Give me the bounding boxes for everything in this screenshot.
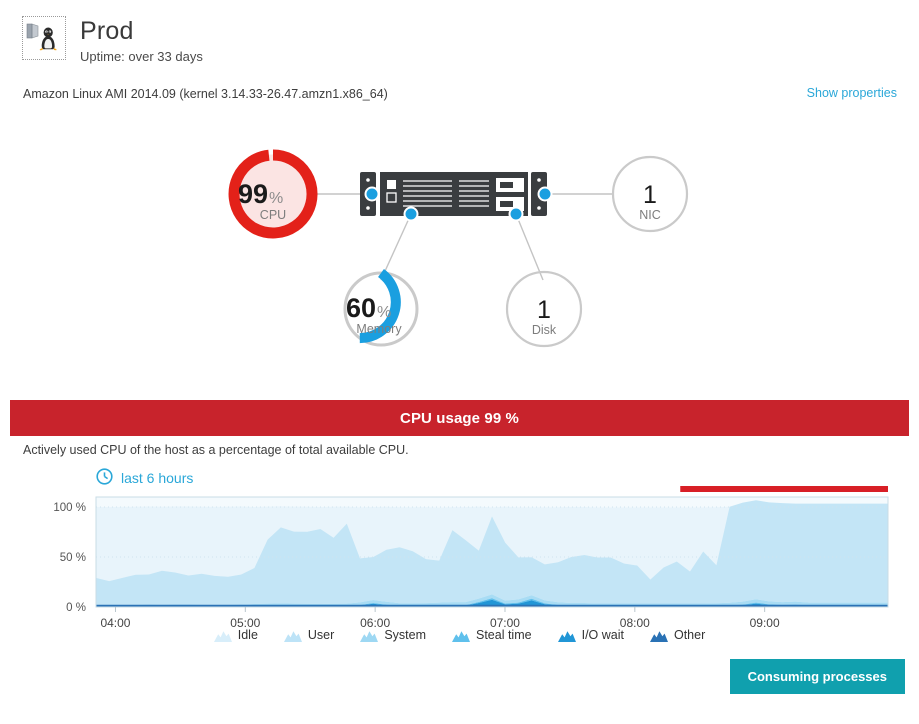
legend-item-i-o-wait[interactable]: I/O wait — [557, 628, 624, 642]
cpu-gauge-value: 99 — [238, 179, 268, 209]
uptime-text: Uptime: over 33 days — [80, 49, 203, 64]
mountain-icon — [452, 630, 470, 642]
disk-label: Disk — [532, 323, 557, 337]
host-header: Prod Uptime: over 33 days — [22, 16, 203, 64]
legend-item-steal-time[interactable]: Steal time — [452, 628, 532, 642]
legend-label: Other — [673, 628, 706, 642]
mountain-icon — [649, 630, 668, 642]
cpu-gauge[interactable]: 99 % CPU — [228, 149, 318, 239]
mountain-icon — [557, 630, 576, 642]
memory-gauge-value: 60 — [346, 293, 376, 323]
metric-description: Actively used CPU of the host as a perce… — [23, 443, 409, 457]
chart-ytick-label: 50 % — [60, 552, 86, 564]
mountain-icon — [283, 630, 302, 642]
mountain-icon — [213, 630, 232, 642]
metric-banner: CPU usage 99 % — [10, 400, 909, 436]
legend-item-user[interactable]: User — [283, 628, 335, 642]
legend-label: Idle — [237, 628, 258, 642]
chart-alert-band — [680, 486, 888, 492]
nic-count: 1 — [643, 181, 657, 209]
mountain-icon — [360, 630, 379, 642]
chart-x-axis: 04:00 05:00 06:00 07:00 08:00 09:00 — [100, 607, 780, 630]
legend-label: System — [384, 628, 426, 642]
legend-item-idle[interactable]: Idle — [213, 628, 258, 642]
cpu-usage-chart: 0 % 50 % 100 % 04:00 05:00 06:00 07:00 08:00 09:… — [20, 485, 900, 645]
chart-ytick-label: 100 % — [53, 502, 86, 514]
chart-legend: Idle User System Steal time I/O wait Other — [0, 628, 919, 642]
host-topology-diagram: 99 % CPU 60 % Memory 1 NIC 1 Disk — [0, 130, 919, 375]
os-version-text: Amazon Linux AMI 2014.09 (kernel 3.14.33… — [23, 87, 388, 101]
show-properties-link[interactable]: Show properties — [807, 86, 897, 100]
chart-series-areas — [96, 500, 888, 607]
nic-indicator[interactable]: 1 NIC — [611, 155, 689, 233]
memory-gauge[interactable]: 60 % Memory — [343, 268, 419, 347]
consuming-processes-button[interactable]: Consuming processes — [729, 659, 905, 694]
disk-indicator[interactable]: 1 Disk — [505, 270, 583, 348]
legend-item-system[interactable]: System — [360, 628, 426, 642]
nic-label: NIC — [639, 208, 661, 222]
memory-gauge-unit: % — [377, 304, 391, 321]
legend-label: User — [307, 628, 335, 642]
legend-label: I/O wait — [581, 628, 624, 642]
memory-gauge-label: Memory — [356, 322, 402, 336]
cpu-gauge-unit: % — [269, 190, 283, 207]
chart-y-axis: 0 % 50 % 100 % — [53, 502, 86, 614]
disk-count: 1 — [537, 296, 551, 324]
page-title: Prod — [80, 17, 134, 45]
cpu-gauge-label: CPU — [260, 208, 286, 222]
chart-ytick-label: 0 % — [66, 602, 86, 614]
linux-penguin-icon — [22, 16, 66, 60]
time-range-label: last 6 hours — [121, 470, 194, 486]
host-title-block: Prod Uptime: over 33 days — [80, 16, 203, 64]
legend-item-other[interactable]: Other — [649, 628, 706, 642]
legend-label: Steal time — [476, 628, 532, 642]
